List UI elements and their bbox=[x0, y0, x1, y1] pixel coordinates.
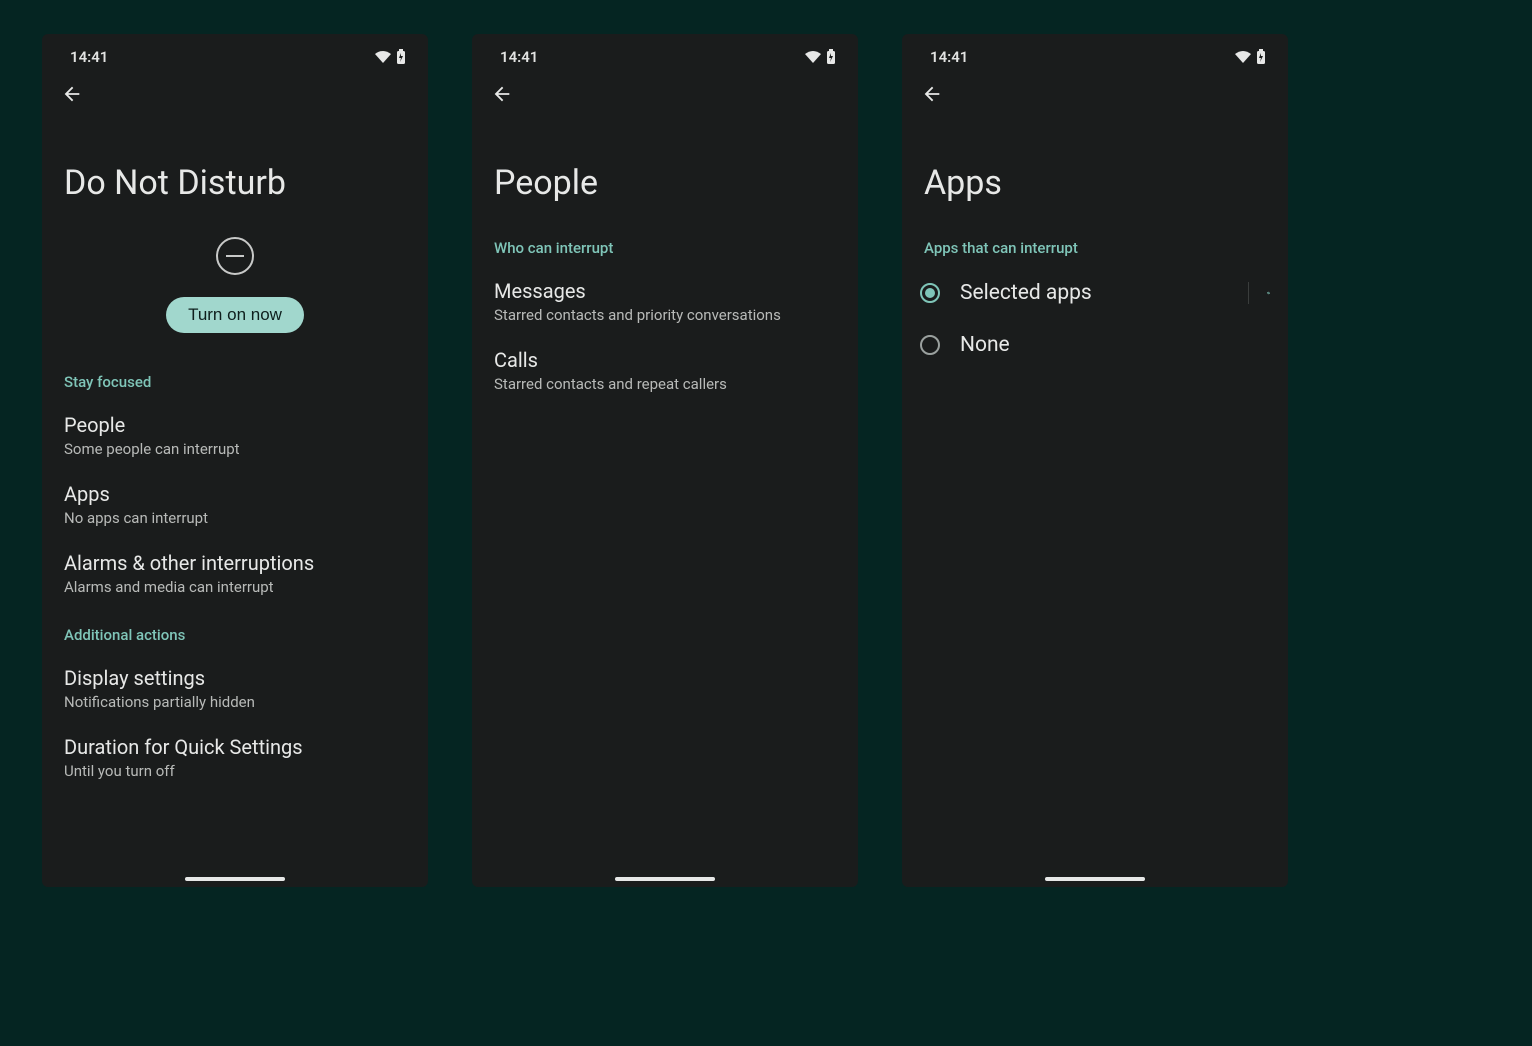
list-item-alarms[interactable]: Alarms & other interruptions Alarms and … bbox=[42, 539, 428, 608]
dnd-icon bbox=[216, 237, 254, 275]
page-title: Do Not Disturb bbox=[42, 109, 428, 221]
back-button[interactable] bbox=[60, 82, 84, 106]
settings-gear-button[interactable] bbox=[1248, 282, 1270, 304]
wifi-icon bbox=[1234, 50, 1252, 64]
screen-apps: 14:41 Apps Apps that can interrupt Selec… bbox=[902, 34, 1288, 887]
list-item-title: Calls bbox=[494, 348, 836, 372]
status-icons bbox=[1234, 49, 1266, 65]
list-item-sub: Starred contacts and priority conversati… bbox=[494, 306, 836, 324]
wifi-icon bbox=[804, 50, 822, 64]
nav-pill[interactable] bbox=[1045, 877, 1145, 881]
list-item-apps[interactable]: Apps No apps can interrupt bbox=[42, 470, 428, 539]
arrow-left-icon bbox=[61, 83, 83, 105]
arrow-left-icon bbox=[491, 83, 513, 105]
list-item-sub: Some people can interrupt bbox=[64, 440, 406, 458]
screen-dnd: 14:41 Do Not Disturb Turn on now Stay fo… bbox=[42, 34, 428, 887]
section-header-who-can-interrupt: Who can interrupt bbox=[472, 221, 858, 267]
page-title: Apps bbox=[902, 109, 1288, 221]
radio-option-selected-apps[interactable]: Selected apps bbox=[902, 267, 1288, 319]
nav-pill[interactable] bbox=[185, 877, 285, 881]
status-time: 14:41 bbox=[500, 48, 538, 66]
status-bar: 14:41 bbox=[472, 34, 858, 74]
list-item-title: Apps bbox=[64, 482, 406, 506]
radio-icon bbox=[920, 335, 940, 355]
status-icons bbox=[374, 49, 406, 65]
list-item-sub: Notifications partially hidden bbox=[64, 693, 406, 711]
list-item-sub: Until you turn off bbox=[64, 762, 406, 780]
status-bar: 14:41 bbox=[42, 34, 428, 74]
back-button[interactable] bbox=[920, 82, 944, 106]
status-time: 14:41 bbox=[930, 48, 968, 66]
section-header-stay-focused: Stay focused bbox=[42, 355, 428, 401]
list-item-sub: Alarms and media can interrupt bbox=[64, 578, 406, 596]
list-item-title: Alarms & other interruptions bbox=[64, 551, 406, 575]
turn-on-now-button[interactable]: Turn on now bbox=[166, 297, 304, 333]
battery-icon bbox=[1256, 49, 1266, 65]
radio-label: Selected apps bbox=[960, 281, 1228, 305]
list-item-messages[interactable]: Messages Starred contacts and priority c… bbox=[472, 267, 858, 336]
back-button[interactable] bbox=[490, 82, 514, 106]
status-icons bbox=[804, 49, 836, 65]
dnd-hero: Turn on now bbox=[42, 221, 428, 355]
list-item-calls[interactable]: Calls Starred contacts and repeat caller… bbox=[472, 336, 858, 405]
nav-pill[interactable] bbox=[615, 877, 715, 881]
screen-people: 14:41 People Who can interrupt Messages … bbox=[472, 34, 858, 887]
radio-icon bbox=[920, 283, 940, 303]
list-item-sub: No apps can interrupt bbox=[64, 509, 406, 527]
page-title: People bbox=[472, 109, 858, 221]
section-header-additional: Additional actions bbox=[42, 608, 428, 654]
list-item-people[interactable]: People Some people can interrupt bbox=[42, 401, 428, 470]
list-item-title: People bbox=[64, 413, 406, 437]
list-item-title: Display settings bbox=[64, 666, 406, 690]
list-item-sub: Starred contacts and repeat callers bbox=[494, 375, 836, 393]
section-header-apps-interrupt: Apps that can interrupt bbox=[902, 221, 1288, 267]
status-time: 14:41 bbox=[70, 48, 108, 66]
arrow-left-icon bbox=[921, 83, 943, 105]
wifi-icon bbox=[374, 50, 392, 64]
radio-label: None bbox=[960, 333, 1270, 357]
list-item-display-settings[interactable]: Display settings Notifications partially… bbox=[42, 654, 428, 723]
radio-option-none[interactable]: None bbox=[902, 319, 1288, 371]
gear-icon bbox=[1267, 283, 1270, 303]
battery-icon bbox=[396, 49, 406, 65]
list-item-title: Messages bbox=[494, 279, 836, 303]
list-item-duration[interactable]: Duration for Quick Settings Until you tu… bbox=[42, 723, 428, 792]
battery-icon bbox=[826, 49, 836, 65]
list-item-title: Duration for Quick Settings bbox=[64, 735, 406, 759]
status-bar: 14:41 bbox=[902, 34, 1288, 74]
